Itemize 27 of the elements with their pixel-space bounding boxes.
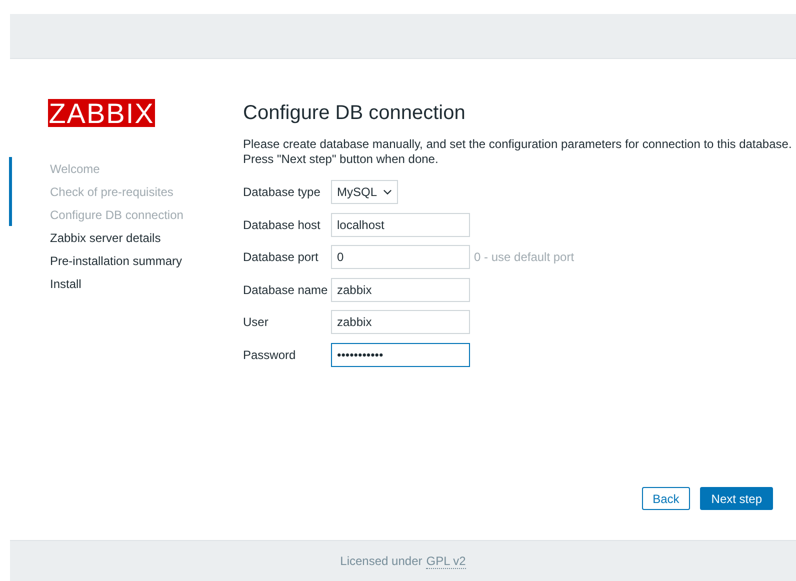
input-field[interactable]: 0 — [331, 245, 470, 269]
chevron-down-icon — [383, 189, 392, 195]
back-button[interactable]: Back — [642, 487, 690, 510]
field-label: Database type — [243, 185, 322, 199]
input-field[interactable]: zabbix — [331, 310, 470, 334]
hint-text: 0 - use default port — [474, 250, 574, 264]
step-item: Check of pre-requisites — [50, 184, 174, 198]
step-item: Zabbix server details — [50, 230, 161, 244]
field-label: Database name — [243, 282, 329, 296]
step-item: Configure DB connection — [50, 208, 184, 222]
page-title: Configure DB connection — [243, 101, 466, 125]
input-field[interactable]: zabbix — [331, 278, 470, 302]
field-label: Password — [243, 348, 297, 362]
description-text: Please create database manually, and set the configuration parameters for connection to this database. — [243, 137, 793, 152]
field-label: User — [243, 315, 270, 329]
input-field[interactable]: ••••••••••• — [331, 342, 470, 366]
database-type-select[interactable]: MySQL — [331, 180, 398, 204]
field-label: Database port — [243, 250, 320, 264]
description-text: Press "Next step" button when done. — [243, 152, 440, 167]
step-item: Pre-installation summary — [50, 254, 182, 268]
step-item: Welcome — [50, 162, 100, 176]
logo: ZABBIX — [48, 99, 155, 127]
next-step-button[interactable]: Next step — [700, 487, 773, 510]
input-field[interactable]: localhost — [331, 212, 470, 236]
license-text: Licensed under — [340, 554, 422, 568]
field-label: Database host — [243, 218, 322, 232]
step-item: Install — [50, 276, 82, 290]
